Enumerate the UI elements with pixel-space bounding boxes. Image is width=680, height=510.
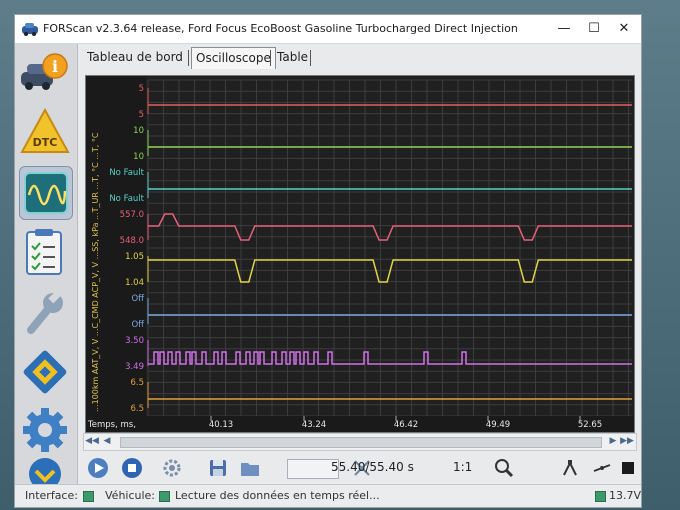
play-icon[interactable] <box>87 457 109 479</box>
x-axis-label: Temps, ms, <box>87 420 136 430</box>
battery-voltage: 13.7V <box>609 489 642 502</box>
maximize-button[interactable]: ☐ <box>581 19 607 39</box>
tab-dashboard[interactable]: Tableau de bord <box>83 47 187 67</box>
cursor-tool-icon[interactable] <box>559 457 581 479</box>
track-bottom-label: 5 <box>139 110 144 120</box>
track-4-line <box>148 213 632 241</box>
car-info-icon: i <box>21 53 68 90</box>
track-bottom-label: 6.5 <box>130 404 144 414</box>
track-bottom-label: 3.49 <box>125 362 144 372</box>
time-readout: 55.40/55.40 s <box>331 460 414 474</box>
tab-separator <box>270 50 271 66</box>
wrench-icon <box>27 291 63 334</box>
oscilloscope-chart: ...100km AAT_V, V ...C_CMD ACP_V, V ...S… <box>86 76 634 432</box>
svg-text:i: i <box>52 57 58 76</box>
sidebar-item-checklist[interactable] <box>19 226 71 278</box>
sidebar-item-dtc[interactable]: DTC <box>19 106 71 158</box>
marker-icon[interactable] <box>617 457 639 479</box>
open-folder-icon[interactable] <box>239 457 261 479</box>
track-top-label: 1.05 <box>125 252 144 262</box>
x-tick-label: 52.65 <box>578 420 602 430</box>
x-axis-band <box>86 416 634 432</box>
gear-icon <box>23 408 67 452</box>
tab-bar: Tableau de bord Oscilloscope Table <box>81 47 601 69</box>
track-bottom-label: 1.04 <box>125 278 144 288</box>
x-tick-label: 43.24 <box>302 420 326 430</box>
window-title: FORScan v2.3.64 release, Ford Focus EcoB… <box>43 22 521 35</box>
tab-table[interactable]: Table <box>273 47 312 67</box>
save-icon[interactable] <box>207 457 229 479</box>
x-tick-label: 46.42 <box>394 420 418 430</box>
track-top-label: 10 <box>133 126 144 136</box>
stop-icon[interactable] <box>121 457 143 479</box>
sidebar-item-modules[interactable] <box>19 346 71 398</box>
sidebar-item-settings[interactable] <box>19 404 71 456</box>
interface-label: Interface: <box>25 489 78 502</box>
track-bottom-label: No Fault <box>109 194 144 204</box>
track-bottom-label: 548.0 <box>120 236 144 246</box>
vertical-axis-label: ...100km AAT_V, V ...C_CMD ACP_V, V ...S… <box>91 132 100 412</box>
chip-icon <box>23 350 67 394</box>
close-button[interactable]: ✕ <box>611 19 637 39</box>
track-top-label: 3.50 <box>125 336 144 346</box>
x-tick-label: 40.13 <box>209 420 233 430</box>
tab-oscilloscope[interactable]: Oscilloscope <box>191 47 276 69</box>
track-5-line <box>148 259 632 283</box>
minimize-button[interactable]: — <box>551 19 577 39</box>
dtc-warning-icon: DTC <box>20 107 70 153</box>
scroll-end-icon[interactable]: ▶▶ <box>620 435 634 448</box>
battery-indicator <box>595 491 606 502</box>
svg-text:DTC: DTC <box>33 136 58 149</box>
track-top-label: 557.0 <box>120 210 144 220</box>
line-width-icon[interactable] <box>591 457 613 479</box>
sidebar-item-oscilloscope[interactable] <box>19 166 73 220</box>
oscilloscope-plot[interactable]: ...100km AAT_V, V ...C_CMD ACP_V, V ...S… <box>85 75 635 433</box>
scroll-left-icon[interactable]: ◀ <box>100 435 114 448</box>
tab-separator <box>188 50 189 66</box>
sidebar: i DTC <box>15 44 78 494</box>
interface-status-indicator <box>83 491 94 502</box>
track-top-label: Off <box>131 294 145 304</box>
track-7-line <box>148 351 632 365</box>
title-bar: FORScan v2.3.64 release, Ford Focus EcoB… <box>15 15 641 44</box>
forscan-app-icon <box>22 23 38 36</box>
scrollbar-track[interactable] <box>120 437 602 448</box>
time-scrollbar[interactable]: ◀◀ ◀ ▶ ▶▶ <box>83 433 637 451</box>
track-top-label: No Fault <box>109 168 144 178</box>
scroll-right-icon[interactable]: ▶ <box>606 435 620 448</box>
vehicle-label: Véhicule: <box>105 489 156 502</box>
status-bar: Interface: Véhicule: Lecture des données… <box>15 484 641 507</box>
track-bottom-label: Off <box>131 320 145 330</box>
status-message: Lecture des données en temps réel... <box>175 489 380 502</box>
track-top-label: 5 <box>139 84 144 94</box>
oscilloscope-wave-icon <box>24 172 68 214</box>
tab-separator <box>310 50 311 66</box>
sidebar-item-service[interactable] <box>19 286 71 338</box>
vehicle-status-indicator <box>159 491 170 502</box>
checklist-icon <box>26 229 62 275</box>
zoom-icon[interactable] <box>493 457 515 479</box>
x-tick-label: 49.49 <box>486 420 510 430</box>
record-settings-icon[interactable] <box>161 457 183 479</box>
zoom-readout[interactable]: 1:1 <box>453 460 472 474</box>
app-window: FORScan v2.3.64 release, Ford Focus EcoB… <box>14 14 642 508</box>
sidebar-item-vehicle-info[interactable]: i <box>19 48 71 100</box>
track-top-label: 6.5 <box>130 378 144 388</box>
scroll-start-icon[interactable]: ◀◀ <box>85 435 99 448</box>
track-bottom-label: 10 <box>133 152 144 162</box>
